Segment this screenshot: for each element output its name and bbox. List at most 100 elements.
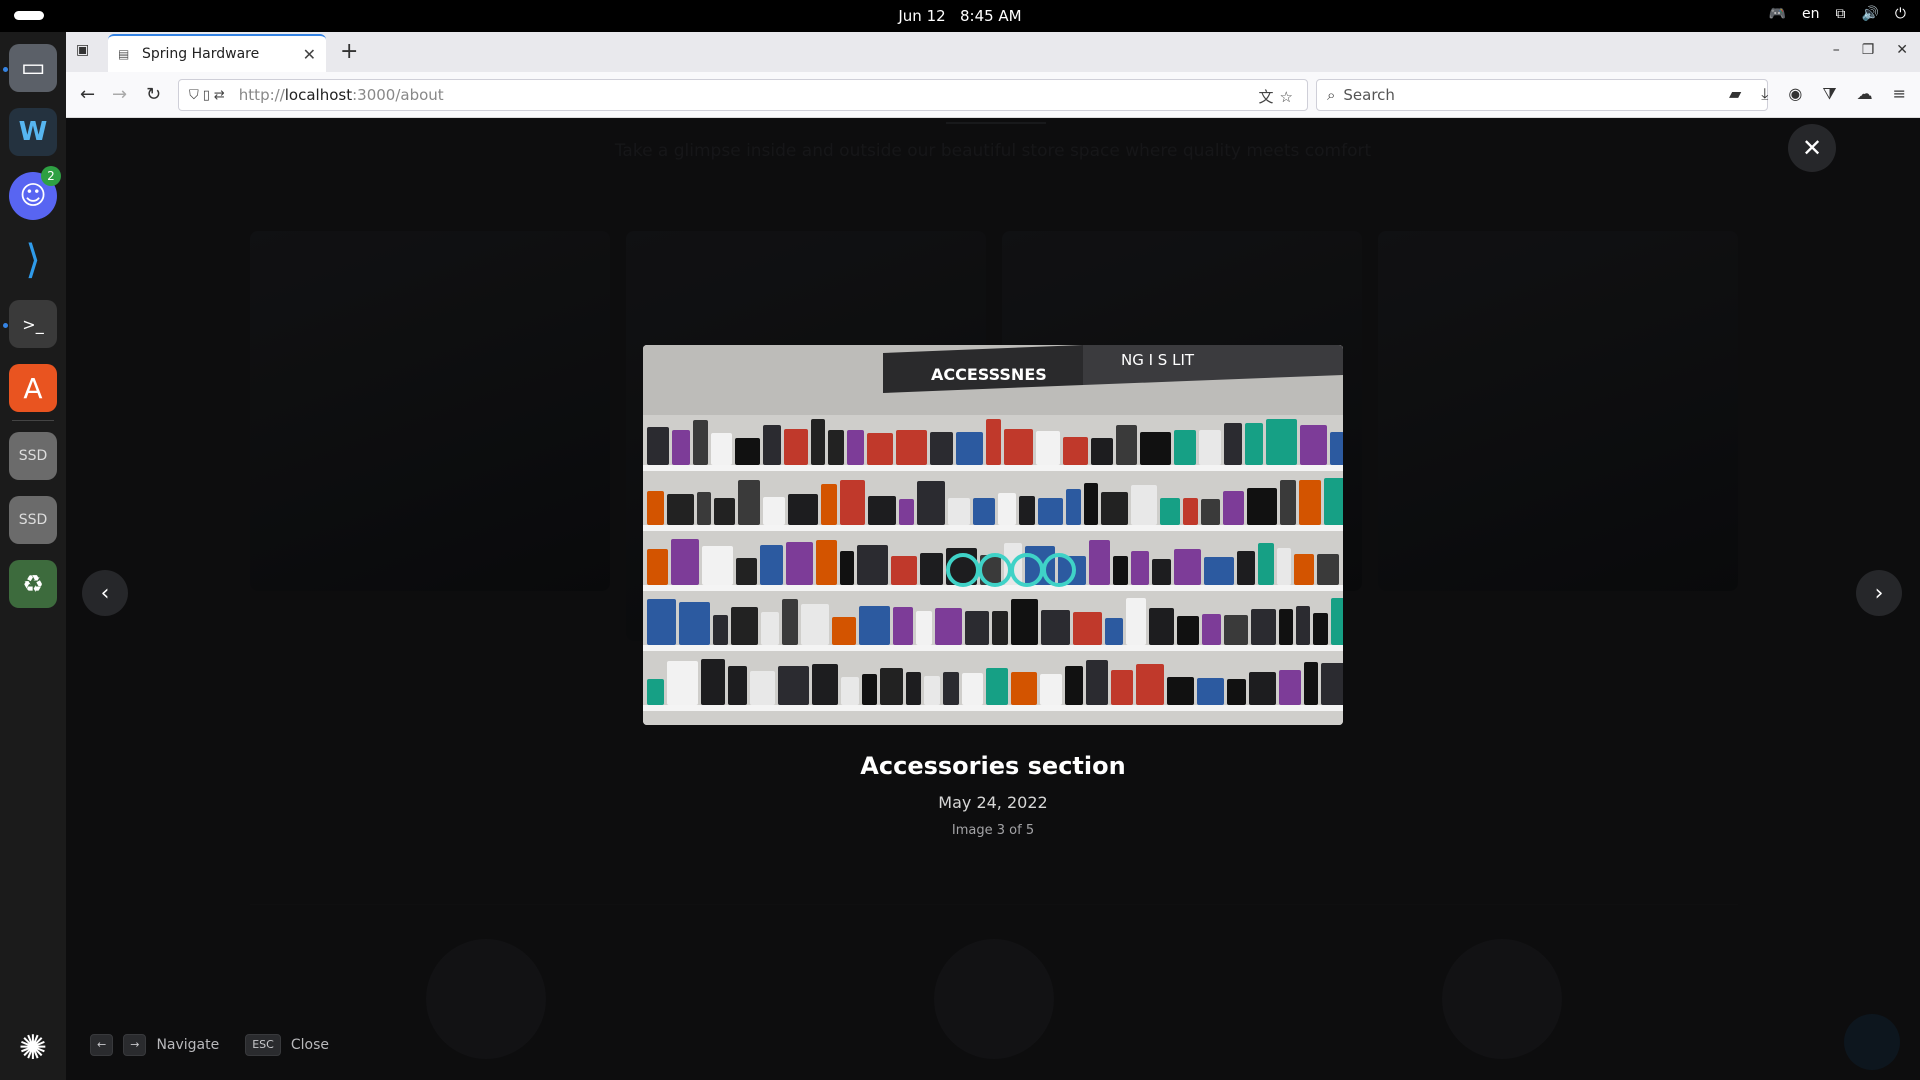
volume-icon[interactable]: 🔊	[1861, 6, 1878, 22]
product-box	[1317, 554, 1339, 585]
translate-icon[interactable]: 文	[1259, 88, 1280, 106]
product-box	[1280, 480, 1296, 525]
product-box	[750, 671, 775, 705]
lightbox-image: ACCESSSNES NG I S LIT	[643, 345, 1343, 725]
product-box	[965, 611, 989, 645]
product-box	[1279, 670, 1301, 705]
menu-icon[interactable]: ≡	[1893, 84, 1906, 104]
product-box	[763, 497, 785, 525]
url-bar[interactable]: ⛉▯⇄ http://localhost:3000/about 文☆	[178, 79, 1308, 111]
image-title: Accessories section	[860, 752, 1126, 780]
product-box	[1113, 556, 1128, 585]
product-box	[1177, 616, 1199, 645]
product-box	[1277, 548, 1291, 585]
product-box	[1224, 423, 1242, 465]
ssd-drive-icon[interactable]: SSD	[9, 432, 57, 480]
product-box	[1245, 423, 1263, 465]
shelf	[643, 705, 1343, 711]
esc-key: ESC	[245, 1034, 281, 1056]
chevron-left-icon: ‹	[100, 580, 110, 606]
url-host: localhost	[284, 86, 353, 104]
url-actions: 文☆	[1259, 86, 1299, 107]
system-clock[interactable]: Jun 12 8:45 AM	[0, 7, 1920, 25]
minimize-icon[interactable]: –	[1833, 42, 1840, 58]
pocket-icon[interactable]: ▰	[1729, 84, 1741, 104]
product-box	[736, 558, 757, 585]
product-box	[647, 491, 664, 525]
product-box	[1183, 498, 1198, 525]
next-image-button[interactable]: ›	[1856, 570, 1902, 616]
new-tab-button[interactable]: +	[340, 39, 358, 64]
product-box	[948, 498, 970, 525]
product-box	[1105, 618, 1123, 645]
product-box	[1131, 485, 1157, 525]
product-box	[1089, 540, 1110, 585]
product-box	[713, 615, 728, 645]
product-box	[672, 430, 690, 465]
product-box	[840, 551, 854, 585]
windsurf-app-icon[interactable]: W	[9, 108, 57, 156]
system-tray: 🎮 en ⧉ 🔊 ⏻	[1769, 6, 1906, 22]
product-box	[986, 668, 1008, 705]
product-box	[859, 606, 890, 645]
tab-bar: ▣ ▤ Spring Hardware ✕ + – ❐ ✕	[66, 32, 1920, 72]
product-box	[1174, 549, 1201, 585]
product-box	[760, 545, 783, 585]
close-lightbox-button[interactable]: ✕	[1788, 124, 1836, 172]
product-box	[1202, 614, 1221, 645]
product-box	[667, 494, 694, 525]
extension-icon[interactable]: ☁	[1857, 84, 1873, 104]
product-box	[679, 602, 710, 645]
power-icon[interactable]: ⏻	[1895, 6, 1906, 22]
search-input[interactable]: ⌕ Search	[1316, 79, 1768, 111]
account-icon[interactable]: ◉	[1788, 84, 1802, 104]
files-app-icon[interactable]: ▭	[9, 44, 57, 92]
extensions-icon[interactable]: ⧩	[1822, 84, 1836, 104]
language-indicator[interactable]: en	[1802, 6, 1820, 22]
product-box	[924, 676, 940, 705]
product-box	[667, 661, 698, 705]
product-box	[1063, 437, 1088, 465]
search-icon: ⌕	[1327, 86, 1336, 104]
terminal-app-icon[interactable]: >_	[9, 300, 57, 348]
back-icon[interactable]: ←	[80, 84, 95, 105]
shelf	[643, 525, 1343, 531]
discord-app-icon[interactable]: ☺ 2	[9, 166, 61, 220]
tab-list-icon[interactable]: ▣	[76, 42, 96, 62]
trash-icon[interactable]: ♻	[9, 560, 57, 608]
product-box	[841, 677, 859, 705]
reload-icon[interactable]: ↻	[146, 84, 161, 105]
window-controls: – ❐ ✕	[1833, 42, 1908, 58]
discord-tray-icon[interactable]: 🎮	[1769, 6, 1786, 22]
shelf	[643, 465, 1343, 471]
previous-image-button[interactable]: ‹	[82, 570, 128, 616]
show-apps-icon[interactable]: ✺	[9, 1024, 57, 1072]
restore-icon[interactable]: ❐	[1862, 42, 1875, 58]
product-box	[1091, 438, 1113, 465]
product-box	[1330, 432, 1343, 465]
product-box	[1199, 430, 1221, 465]
product-box	[1294, 554, 1314, 585]
product-box	[1011, 599, 1038, 645]
keyboard-hints: ← → Navigate ESC Close	[90, 1034, 329, 1056]
product-box	[1266, 419, 1297, 465]
downloads-icon[interactable]: ⤓	[1761, 84, 1768, 104]
vscode-app-icon[interactable]: ⟩	[9, 236, 57, 284]
product-box	[728, 666, 747, 705]
product-box	[862, 674, 877, 705]
site-info-icons[interactable]: ⛉▯⇄	[189, 88, 229, 103]
bookmark-star-icon[interactable]: ☆	[1280, 88, 1299, 106]
close-tab-icon[interactable]: ✕	[303, 45, 316, 64]
ssd-drive-icon-2[interactable]: SSD	[9, 496, 57, 544]
forward-icon[interactable]: →	[112, 84, 127, 105]
network-icon[interactable]: ⧉	[1835, 6, 1845, 22]
tab-spring-hardware[interactable]: ▤ Spring Hardware ✕	[108, 34, 326, 72]
product-box	[714, 498, 735, 525]
app-center-icon[interactable]: A	[9, 364, 57, 412]
product-box	[731, 607, 758, 645]
discord-icon: ☺	[19, 181, 47, 211]
product-box	[896, 430, 927, 465]
close-window-icon[interactable]: ✕	[1896, 42, 1908, 58]
dock-separator	[12, 420, 54, 421]
product-box	[1040, 674, 1062, 705]
